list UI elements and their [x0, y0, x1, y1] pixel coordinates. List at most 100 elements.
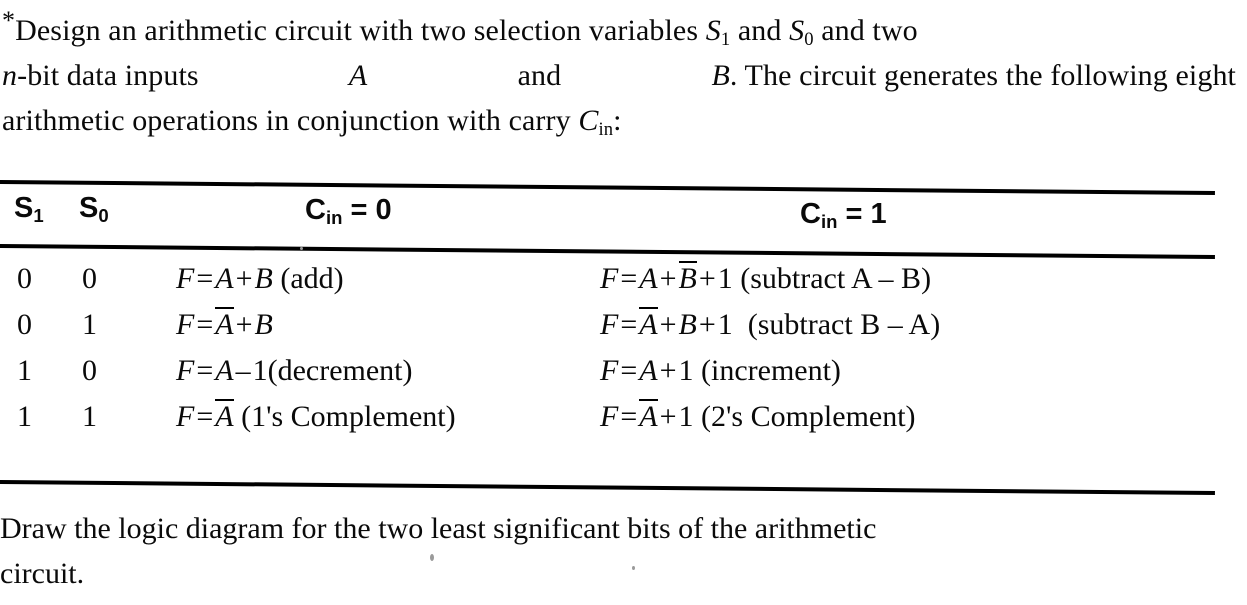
cell-cin0-expression: F=A–1(decrement) — [176, 354, 412, 388]
annotation-decrement: (decrement) — [267, 354, 413, 387]
cell-cin1-expression: F=A+1 (2's Complement) — [600, 399, 916, 434]
symbol-F: F — [600, 354, 619, 387]
symbol-F: F — [600, 308, 619, 341]
cell-cin0-expression: F=A+B (add) — [176, 262, 344, 296]
column-header-cin-0: Cin = 0 — [305, 194, 392, 228]
column-header-s0: S0 — [79, 192, 109, 226]
variable-A: A — [348, 59, 368, 92]
outro-paragraph: Draw the logic diagram for the two least… — [0, 506, 1238, 596]
symbol-A: A — [639, 262, 658, 295]
intro-line-2-seg-3: and — [517, 59, 562, 92]
symbol-one: 1 — [717, 262, 733, 295]
symbol-A: A — [639, 354, 658, 387]
symbol-equals: = — [620, 262, 638, 295]
symbol-equals: = — [196, 308, 214, 341]
cell-cin0-expression: F=A+B — [176, 307, 273, 342]
symbol-one: 1 — [678, 354, 694, 387]
variable-cin: Cin — [578, 104, 614, 141]
symbol-F: F — [600, 262, 619, 295]
symbol-equals: = — [620, 308, 638, 341]
intro-line-3-colon: : — [613, 104, 622, 137]
intro-line-1-text: Design an arithmetic circuit with two se… — [15, 14, 699, 47]
cell-s1: 0 — [17, 262, 32, 295]
variable-s1: S1 — [705, 14, 731, 51]
table-rule-header — [0, 244, 1215, 260]
symbol-A-complement: A — [639, 307, 658, 341]
symbol-plus: + — [659, 262, 677, 295]
symbol-F: F — [176, 400, 195, 433]
cell-s1: 1 — [17, 354, 32, 387]
cell-s1: 1 — [17, 400, 32, 433]
intro-line-3: arithmetic operations in conjunction wit… — [2, 98, 1240, 143]
table-header-row: S1 S0 Cin = 0 Cin = 1 — [0, 192, 1247, 242]
symbol-plus: + — [235, 262, 253, 295]
intro-line-2-tail: . The circuit generates the following ei… — [729, 59, 1236, 92]
outro-line-1: Draw the logic diagram for the two least… — [0, 512, 877, 545]
scan-speck — [300, 247, 303, 250]
symbol-A-complement: A — [639, 399, 658, 433]
symbol-B-complement: B — [678, 261, 697, 295]
symbol-F: F — [600, 400, 619, 433]
symbol-A-complement: A — [215, 399, 234, 433]
variable-B: B — [711, 59, 730, 92]
annotation-subtract-a-b: (subtract A – B) — [740, 262, 932, 295]
column-header-cin-1: Cin = 1 — [800, 198, 887, 232]
cell-s0: 1 — [82, 308, 97, 341]
intro-line-2-seg-2: A — [349, 53, 367, 98]
symbol-A-complement: A — [215, 307, 234, 341]
symbol-F: F — [176, 354, 195, 387]
symbol-plus: + — [235, 308, 253, 341]
symbol-one: 1 — [252, 354, 268, 387]
cell-s0: 0 — [82, 354, 97, 387]
cell-cin1-expression: F=A+B+1 (subtract A – B) — [600, 261, 932, 296]
column-header-s1: S1 — [14, 192, 44, 226]
variable-s0: S0 — [789, 14, 814, 51]
intro-line-1-and: and — [737, 14, 782, 47]
scanned-page: *Design an arithmetic circuit with two s… — [0, 0, 1247, 605]
intro-line-2-text: -bit data inputs — [17, 59, 199, 92]
symbol-minus: – — [235, 354, 251, 387]
variable-n: n — [2, 59, 18, 92]
symbol-plus: + — [698, 262, 716, 295]
symbol-one: 1 — [678, 400, 694, 433]
symbol-equals: = — [196, 262, 214, 295]
table-rule-bottom — [0, 480, 1215, 496]
cell-s0: 1 — [82, 400, 97, 433]
symbol-A: A — [215, 354, 234, 387]
intro-line-2-seg-4: B. The circuit generates the following e… — [711, 53, 1236, 98]
annotation-twos-complement: (2's Complement) — [701, 400, 916, 433]
symbol-plus: + — [698, 308, 716, 341]
intro-line-3-text: arithmetic operations in conjunction wit… — [2, 104, 571, 137]
annotation-subtract-b-a: (subtract B – A) — [747, 308, 941, 341]
symbol-plus: + — [659, 354, 677, 387]
intro-line-1-tail: and two — [821, 14, 918, 47]
symbol-equals: = — [620, 400, 638, 433]
annotation-ones-complement: (1's Complement) — [241, 400, 456, 433]
exercise-asterisk-marker: * — [2, 6, 16, 35]
symbol-B: B — [254, 308, 273, 341]
intro-paragraph: *Design an arithmetic circuit with two s… — [2, 8, 1240, 143]
cell-s0: 0 — [82, 262, 97, 295]
annotation-add: (add) — [280, 262, 344, 295]
symbol-one: 1 — [717, 308, 733, 341]
intro-line-2-seg-1: n-bit data inputs — [2, 53, 199, 98]
annotation-increment: (increment) — [701, 354, 841, 387]
symbol-A: A — [215, 262, 234, 295]
intro-line-1: *Design an arithmetic circuit with two s… — [2, 8, 1240, 53]
cell-s1: 0 — [17, 308, 32, 341]
cell-cin1-expression: F=A+B+1 (subtract B – A) — [600, 307, 941, 342]
intro-line-2: n-bit data inputs A and B. The circuit g… — [2, 53, 1240, 98]
operations-table: S1 S0 Cin = 0 Cin = 1 0 0 F=A+B (add) F=… — [0, 176, 1247, 496]
symbol-F: F — [176, 262, 195, 295]
intro-line-2-justified: n-bit data inputs A and B. The circuit g… — [2, 53, 1236, 98]
symbol-equals: = — [620, 354, 638, 387]
symbol-plus: + — [659, 400, 677, 433]
symbol-B: B — [254, 262, 273, 295]
scan-speck — [632, 566, 635, 570]
outro-line-2: circuit. — [0, 557, 85, 590]
cell-cin0-expression: F=A (1's Complement) — [176, 399, 456, 434]
cell-cin1-expression: F=A+1 (increment) — [600, 354, 841, 388]
scan-speck — [430, 554, 434, 561]
symbol-F: F — [176, 308, 195, 341]
symbol-equals: = — [196, 354, 214, 387]
